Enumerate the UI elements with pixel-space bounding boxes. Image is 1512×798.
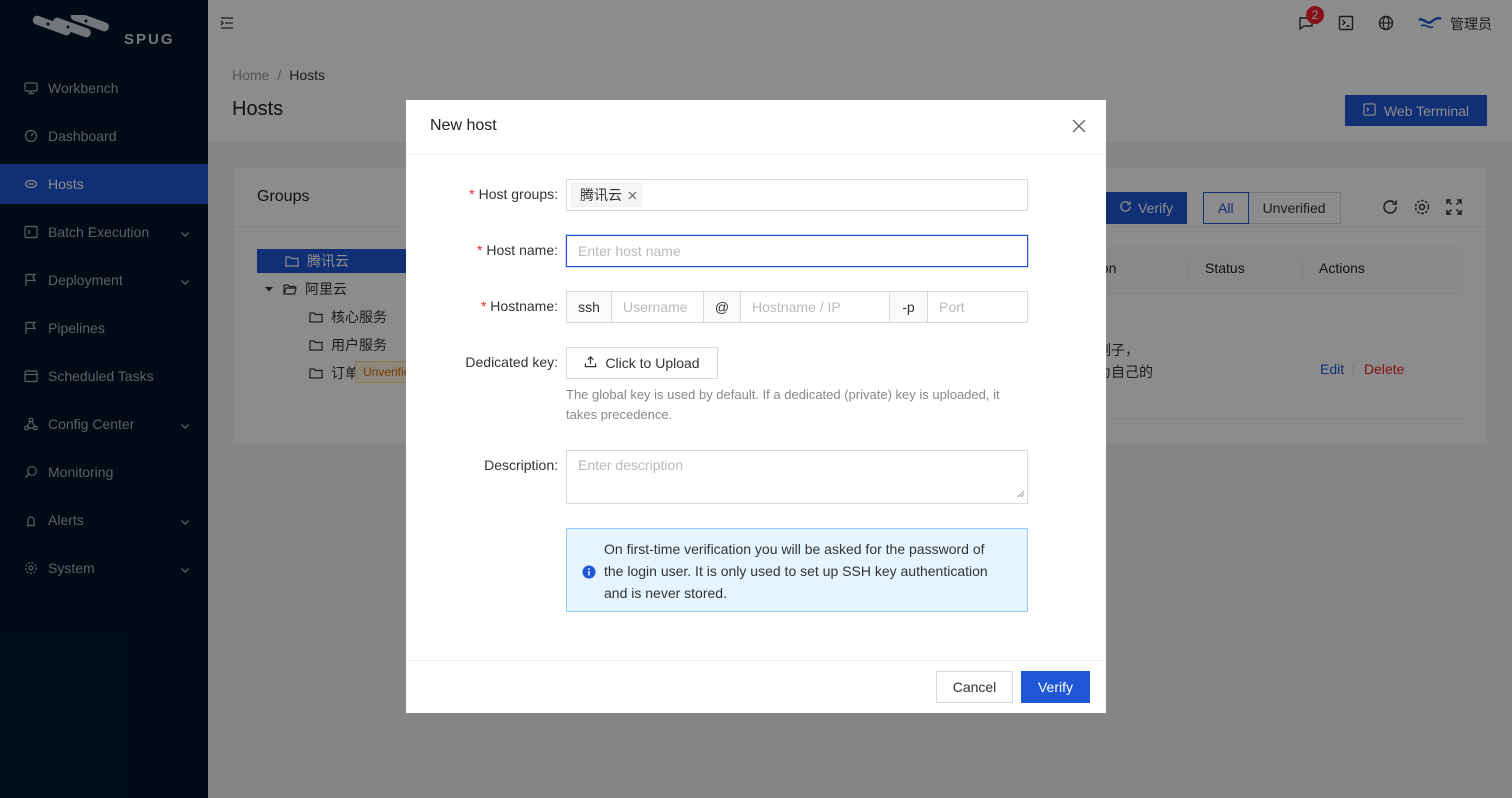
- hostname-field: ssh Username @ Hostname / IP -p Port: [566, 291, 1028, 323]
- description-label: Description:: [484, 457, 558, 473]
- host-name-input[interactable]: Enter host name: [566, 235, 1028, 267]
- at-addon: @: [704, 291, 741, 323]
- close-icon[interactable]: [628, 187, 637, 203]
- new-host-modal: New host * Host groups: 腾讯云 * Host name: E…: [406, 100, 1106, 713]
- port-input[interactable]: Port: [928, 291, 1028, 323]
- port-addon: -p: [890, 291, 928, 323]
- divider: [406, 660, 1106, 661]
- divider: [406, 154, 1106, 155]
- info-circle-icon: [582, 563, 596, 585]
- dedicated-key-help: The global key is used by default. If a …: [566, 387, 1000, 422]
- host-groups-field: 腾讯云: [566, 179, 1028, 211]
- info-alert: On first-time verification you will be a…: [566, 528, 1028, 612]
- cancel-button[interactable]: Cancel: [936, 671, 1013, 703]
- host-name-field: Enter host name: [566, 235, 1028, 267]
- verify-submit-button[interactable]: Verify: [1021, 671, 1090, 703]
- host-name-label: * Host name:: [476, 242, 558, 258]
- resize-handle-icon[interactable]: [1017, 485, 1025, 501]
- upload-icon: [584, 355, 597, 371]
- ssh-addon: ssh: [566, 291, 612, 323]
- username-input[interactable]: Username: [612, 291, 704, 323]
- upload-label: Click to Upload: [605, 355, 700, 371]
- modal-title: New host: [430, 117, 497, 134]
- host-ip-input[interactable]: Hostname / IP: [741, 291, 890, 323]
- host-group-tag: 腾讯云: [571, 183, 642, 207]
- upload-button[interactable]: Click to Upload: [566, 347, 718, 379]
- description-textarea[interactable]: Enter description: [566, 450, 1028, 504]
- dedicated-key-label: Dedicated key:: [465, 354, 558, 370]
- close-icon[interactable]: [1072, 119, 1086, 136]
- host-groups-label: * Host groups:: [469, 186, 558, 202]
- hostname-label: * Hostname:: [480, 298, 558, 314]
- host-groups-select[interactable]: 腾讯云: [566, 179, 1028, 211]
